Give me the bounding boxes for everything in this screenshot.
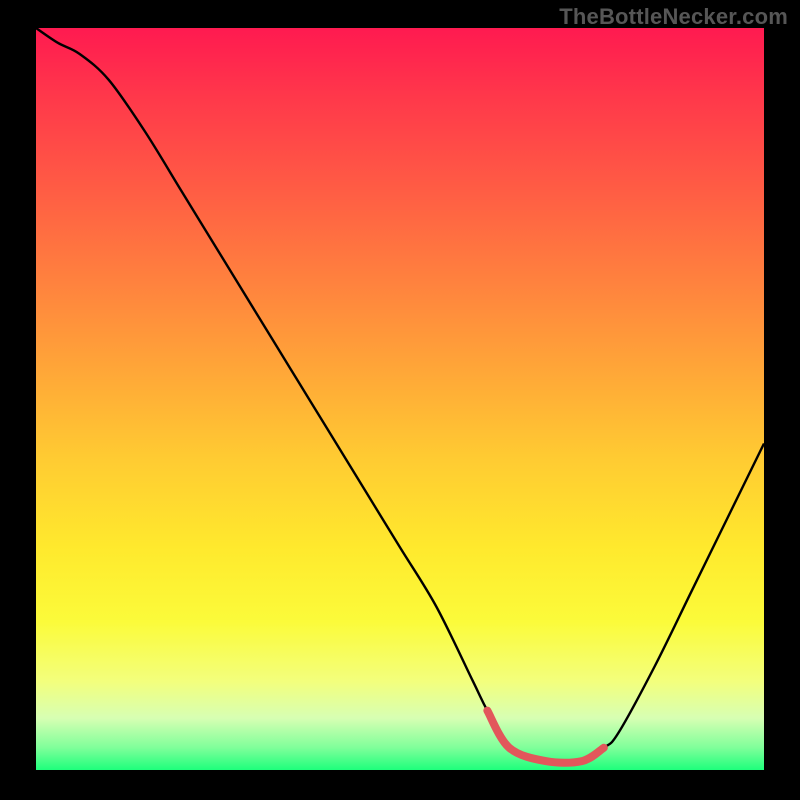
plot-area bbox=[36, 28, 764, 770]
bottleneck-curve bbox=[36, 28, 764, 763]
chart-frame: TheBottleNecker.com bbox=[0, 0, 800, 800]
curve-layer bbox=[36, 28, 764, 770]
watermark-text: TheBottleNecker.com bbox=[559, 4, 788, 30]
optimal-range-marker bbox=[487, 711, 603, 763]
